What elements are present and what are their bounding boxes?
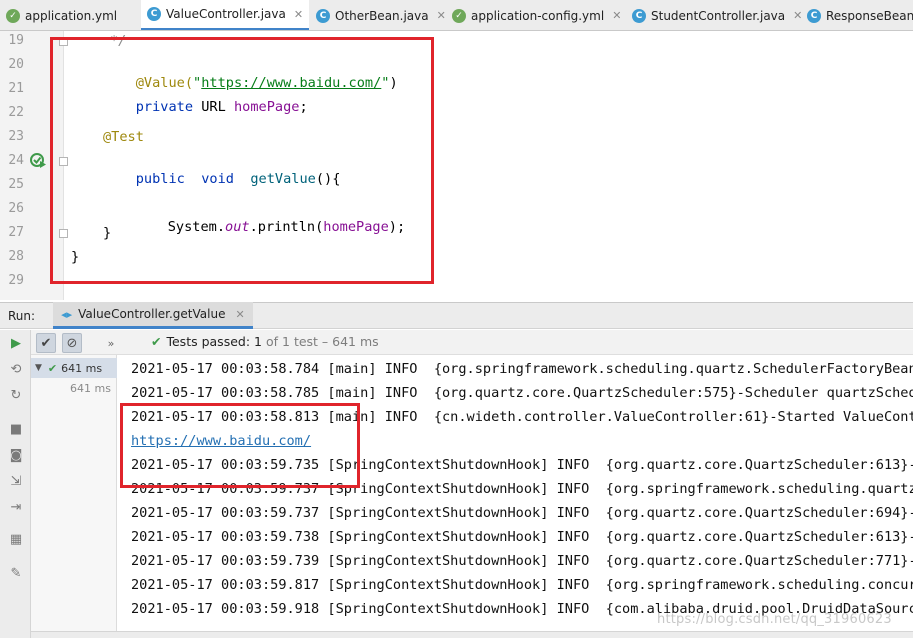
- test-tree-root[interactable]: ▼ ✔ 641 ms: [31, 358, 117, 378]
- tab-label: application.yml: [25, 8, 118, 23]
- line-number: 27: [8, 225, 24, 240]
- console-line: 2021-05-17 00:03:59.817 [SpringContextSh…: [131, 577, 913, 593]
- test-tree-child[interactable]: 641 ms: [70, 378, 111, 398]
- tab-responsebean[interactable]: C ResponseBean: [801, 0, 913, 30]
- test-tree: ▼ ✔ 641 ms 641 ms: [31, 355, 117, 638]
- fold-marker[interactable]: [59, 157, 68, 166]
- tab-label: application-config.yml: [471, 8, 605, 23]
- import-tests-icon[interactable]: ⇲: [7, 472, 25, 490]
- rerun-failed-icon[interactable]: ⟲: [7, 360, 25, 378]
- more-actions-icon[interactable]: »: [101, 333, 121, 353]
- close-icon[interactable]: ✕: [437, 9, 446, 22]
- console-line: 2021-05-17 00:03:59.737 [SpringContextSh…: [131, 505, 913, 521]
- pin-icon[interactable]: ✎: [7, 564, 25, 582]
- run-test-gutter-icon[interactable]: [30, 152, 46, 168]
- line-number: 29: [8, 273, 24, 288]
- console-line: 2021-05-17 00:03:59.739 [SpringContextSh…: [131, 553, 913, 569]
- console-line: 2021-05-17 00:03:58.813 [main] INFO {cn.…: [131, 409, 913, 425]
- toggle-auto-test-icon[interactable]: ↻: [7, 386, 25, 404]
- java-class-icon: C: [807, 8, 821, 23]
- line-number: 25: [8, 177, 24, 192]
- watermark-text: https://blog.csdn.net/qq_31960623: [657, 612, 892, 627]
- line-number: 23: [8, 129, 24, 144]
- close-icon[interactable]: ✕: [235, 308, 244, 321]
- exit-icon[interactable]: ⇥: [7, 498, 25, 516]
- line-number: 20: [8, 57, 24, 72]
- run-config-tab[interactable]: ◂▸ ValueController.getValue ✕: [53, 302, 253, 329]
- editor-tab-bar: ✓ application.yml C ValueController.java…: [0, 0, 913, 31]
- fold-marker[interactable]: [59, 37, 68, 46]
- tab-label: StudentController.java: [651, 8, 786, 23]
- code-line-23: @Test: [103, 129, 144, 145]
- code-line-21: private URL homePage;: [135, 99, 308, 115]
- screenshot-icon[interactable]: ◙: [7, 446, 25, 464]
- line-number: 22: [8, 105, 24, 120]
- tab-label: OtherBean.java: [335, 8, 429, 23]
- close-icon[interactable]: ✕: [612, 9, 621, 22]
- console-url-link[interactable]: https://www.baidu.com/: [131, 432, 311, 450]
- tab-otherbean-java[interactable]: C OtherBean.java ✕: [310, 0, 446, 30]
- test-time: 641 ms: [61, 361, 103, 375]
- java-class-icon: C: [316, 8, 330, 23]
- show-ignored-icon[interactable]: ⊘: [62, 333, 82, 353]
- console-output[interactable]: 2021-05-17 00:03:58.784 [main] INFO {org…: [117, 355, 913, 638]
- layout-icon[interactable]: ▦: [7, 530, 25, 548]
- line-number: 24: [8, 153, 24, 168]
- fold-marker[interactable]: [59, 229, 68, 238]
- tab-application-yml[interactable]: ✓ application.yml: [0, 0, 140, 30]
- code-editor[interactable]: 19 20 21 22 23 24 25 26 27 28 29 */ @Val…: [0, 31, 913, 300]
- code-line-26: System.out.println(homePage);: [167, 219, 406, 235]
- show-passed-icon[interactable]: ✔: [36, 333, 56, 353]
- line-number: 21: [8, 81, 24, 96]
- run-side-toolbar: ▶ ⟲ ↻ ■ ◙ ⇲ ⇥ ▦ ✎: [0, 330, 31, 638]
- line-number: 28: [8, 249, 24, 264]
- code-line-24: public void getValue(){: [135, 171, 341, 187]
- check-icon: ✔: [47, 361, 58, 375]
- java-class-icon: C: [632, 8, 646, 23]
- console-line: 2021-05-17 00:03:59.735 [SpringContextSh…: [131, 457, 913, 473]
- tests-passed-status: ✔ Tests passed: 1 of 1 test – 641 ms: [151, 334, 379, 349]
- console-line: 2021-05-17 00:03:59.737 [SpringContextSh…: [131, 481, 913, 497]
- line-number: 26: [8, 201, 24, 216]
- status-suffix: of 1 test – 641 ms: [266, 334, 379, 349]
- console-line: 2021-05-17 00:03:59.738 [SpringContextSh…: [131, 529, 913, 545]
- yml-file-icon: ✓: [452, 8, 466, 23]
- tab-studentcontroller-java[interactable]: C StudentController.java ✕: [626, 0, 802, 30]
- run-label: Run:: [8, 308, 36, 323]
- status-prefix: Tests passed:: [166, 334, 251, 349]
- status-count: 1: [254, 334, 262, 349]
- stop-icon[interactable]: ■: [7, 420, 25, 438]
- code-line-28: }: [71, 249, 80, 265]
- comment-end: */: [110, 33, 127, 49]
- console-line: 2021-05-17 00:03:58.785 [main] INFO {org…: [131, 385, 913, 401]
- console-line: 2021-05-17 00:03:58.784 [main] INFO {org…: [131, 361, 913, 377]
- tab-label: ValueController.java: [166, 7, 286, 21]
- run-config-icon: ◂▸: [61, 307, 73, 321]
- yml-file-icon: ✓: [6, 8, 20, 23]
- run-config-label: ValueController.getValue: [78, 307, 226, 321]
- tab-valuecontroller-java[interactable]: C ValueController.java ✕: [141, 0, 309, 30]
- test-time: 641 ms: [70, 381, 111, 395]
- tab-application-config-yml[interactable]: ✓ application-config.yml ✕: [446, 0, 624, 30]
- test-results-toolbar: ✔ ⊘ » ✔ Tests passed: 1 of 1 test – 641 …: [31, 330, 913, 355]
- bottom-tool-strip: [31, 631, 913, 638]
- chevron-down-icon: ▼: [35, 363, 42, 373]
- java-class-icon: C: [147, 7, 161, 21]
- line-number: 19: [8, 33, 24, 48]
- code-line-27: }: [103, 225, 112, 241]
- rerun-icon[interactable]: ▶: [7, 334, 25, 352]
- close-icon[interactable]: ✕: [294, 8, 303, 21]
- check-icon: ✔: [151, 334, 162, 349]
- line-number-gutter: 19 20 21 22 23 24 25 26 27 28 29: [0, 31, 68, 300]
- run-panel-header: Run: ◂▸ ValueController.getValue ✕: [0, 302, 913, 329]
- tab-label: ResponseBean: [826, 8, 913, 23]
